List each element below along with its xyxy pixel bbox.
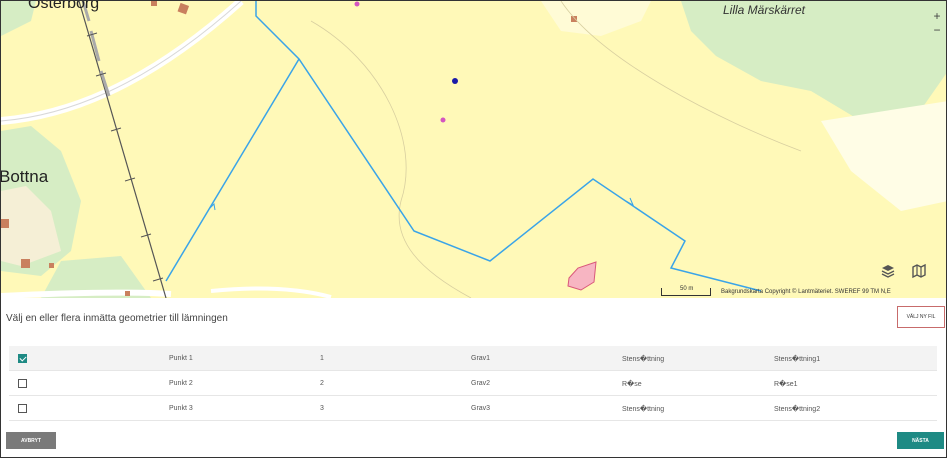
point-name: Punkt 2	[169, 380, 193, 387]
type-name: Stens�ttning	[622, 406, 665, 413]
row-checkbox[interactable]	[18, 354, 27, 363]
scale-bar-label: 50 m	[680, 286, 694, 292]
grave-name: Grav1	[471, 355, 491, 362]
table-row[interactable]: Punkt 3 3 Grav3 Stens�ttning Stens�ttnin…	[9, 396, 937, 421]
point-name: Punkt 3	[169, 405, 193, 412]
row-checkbox[interactable]	[18, 379, 27, 388]
object-name: Stens�ttning2	[774, 406, 821, 413]
table-row[interactable]: Punkt 1 1 Grav1 Stens�ttning Stens�ttnin…	[9, 346, 937, 371]
point-name: Punkt 1	[169, 355, 193, 362]
point-number: 1	[320, 355, 324, 362]
place-label-lilla-marskarret: Lilla Märskärret	[723, 3, 806, 17]
table-row[interactable]: Punkt 2 2 Grav2 R�se R�se1	[9, 371, 937, 396]
row-checkbox[interactable]	[18, 404, 27, 413]
geometry-table: Punkt 1 1 Grav1 Stens�ttning Stens�ttnin…	[9, 346, 937, 421]
type-name: R�se	[622, 381, 642, 388]
grave-name: Grav2	[471, 380, 491, 387]
place-label-bottna: Bottna	[1, 167, 49, 186]
cancel-button[interactable]: AVBRYT	[6, 432, 56, 449]
map-attribution: Bakgrundskarta Copyright © Lantmäteriet.…	[721, 289, 891, 295]
next-button[interactable]: NÄSTA	[897, 432, 944, 449]
object-name: Stens�ttning1	[774, 356, 821, 363]
zoom-in-button[interactable]: +	[930, 9, 944, 23]
point-number: 2	[320, 380, 324, 387]
map-view[interactable]: Österborg Bottna Lilla Märskärret + − 50…	[1, 1, 947, 298]
object-name: R�se1	[774, 381, 798, 388]
choose-new-file-button[interactable]: VÄLJ NY FIL	[897, 306, 945, 328]
map-canvas[interactable]	[1, 1, 947, 298]
map-icon[interactable]	[911, 263, 927, 279]
zoom-control: + −	[930, 9, 944, 37]
zoom-out-button[interactable]: −	[930, 23, 944, 37]
layers-icon[interactable]	[880, 263, 896, 279]
grave-name: Grav3	[471, 405, 491, 412]
scale-bar: 50 m	[661, 286, 711, 296]
dialog-root: Österborg Bottna Lilla Märskärret + − 50…	[0, 0, 947, 458]
point-number: 3	[320, 405, 324, 412]
type-name: Stens�ttning	[622, 356, 665, 363]
instruction-text: Välj en eller flera inmätta geometrier t…	[6, 313, 228, 324]
place-label-osterborg: Österborg	[28, 1, 100, 12]
